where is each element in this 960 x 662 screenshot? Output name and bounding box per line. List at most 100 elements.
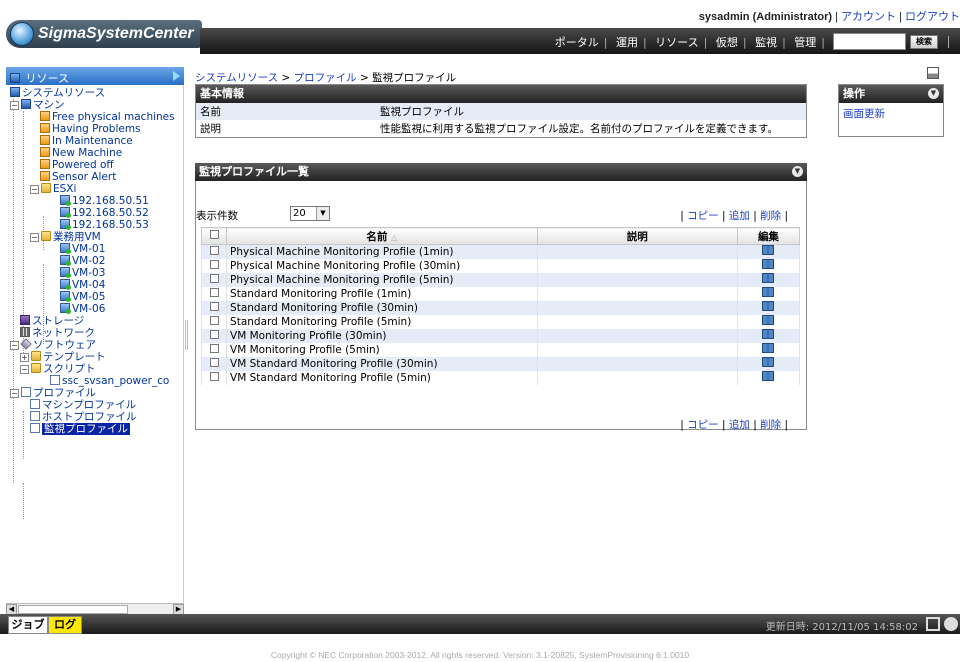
refresh-link[interactable]: 画面更新: [843, 108, 885, 120]
copy-link[interactable]: コピー: [687, 210, 719, 222]
row-checkbox[interactable]: [209, 343, 219, 353]
breadcrumb-profile[interactable]: プロファイル: [294, 72, 357, 84]
table-row[interactable]: Standard Monitoring Profile (30min): [200, 300, 801, 315]
tree-vm-01[interactable]: VM-01: [60, 243, 105, 255]
table-row[interactable]: Standard Monitoring Profile (5min): [200, 314, 801, 329]
profile-name-cell[interactable]: VM Monitoring Profile (30min): [226, 328, 538, 343]
tree-free-physical[interactable]: Free physical machines: [40, 111, 175, 123]
page-size-select[interactable]: 20 ▼: [290, 206, 330, 221]
play-icon[interactable]: [944, 617, 958, 631]
table-row[interactable]: VM Monitoring Profile (30min): [200, 328, 801, 343]
account-link[interactable]: アカウント: [841, 11, 896, 23]
collapse-icon[interactable]: −: [10, 101, 19, 110]
table-row[interactable]: Physical Machine Monitoring Profile (30m…: [200, 258, 801, 273]
profile-name-cell[interactable]: Physical Machine Monitoring Profile (30m…: [226, 258, 538, 273]
add-link[interactable]: 追加: [729, 210, 750, 222]
search-button[interactable]: 検索: [910, 35, 938, 49]
tab-job[interactable]: ジョブ: [8, 616, 48, 634]
tree-in-maintenance[interactable]: In Maintenance: [40, 135, 133, 147]
tree-network[interactable]: ネットワーク: [20, 327, 95, 339]
window-icon[interactable]: [926, 617, 940, 631]
dropdown-arrow-icon[interactable]: ▼: [316, 207, 329, 220]
table-row[interactable]: Standard Monitoring Profile (1min): [200, 286, 801, 301]
menu-monitor[interactable]: 監視: [755, 36, 777, 49]
tree-new-machine[interactable]: New Machine: [40, 147, 122, 159]
row-checkbox[interactable]: [209, 245, 219, 255]
row-checkbox[interactable]: [209, 315, 219, 325]
profile-name-cell[interactable]: Standard Monitoring Profile (1min): [226, 286, 538, 301]
edit-book-icon[interactable]: [762, 343, 775, 353]
logout-link[interactable]: ログアウト: [905, 11, 960, 23]
tree-powered-off[interactable]: Powered off: [40, 159, 114, 171]
row-checkbox[interactable]: [209, 371, 219, 381]
profile-name-cell[interactable]: Physical Machine Monitoring Profile (5mi…: [226, 272, 538, 287]
menu-virtual[interactable]: 仮想: [716, 36, 738, 49]
table-row[interactable]: VM Monitoring Profile (5min): [200, 342, 801, 357]
delete-link[interactable]: 削除: [760, 210, 781, 222]
profile-name-cell[interactable]: Standard Monitoring Profile (30min): [226, 300, 538, 315]
profile-name-cell[interactable]: Standard Monitoring Profile (5min): [226, 314, 538, 329]
collapse-panel-icon[interactable]: ▼: [928, 88, 939, 99]
add-link[interactable]: 追加: [729, 419, 750, 431]
table-row[interactable]: Physical Machine Monitoring Profile (5mi…: [200, 272, 801, 287]
edit-book-icon[interactable]: [762, 329, 775, 339]
tree-template[interactable]: + テンプレート: [20, 351, 106, 363]
menu-operation[interactable]: 運用: [616, 36, 638, 49]
column-description[interactable]: 説明: [536, 227, 738, 245]
row-checkbox[interactable]: [209, 357, 219, 367]
breadcrumb-system-resource[interactable]: システムリソース: [195, 72, 278, 84]
tree-storage[interactable]: ストレージ: [20, 315, 84, 327]
profile-name-cell[interactable]: VM Monitoring Profile (5min): [226, 342, 538, 357]
tree-vm-06[interactable]: VM-06: [60, 303, 105, 315]
collapse-icon[interactable]: −: [10, 389, 19, 398]
edit-book-icon[interactable]: [762, 245, 775, 256]
profile-name-cell[interactable]: Physical Machine Monitoring Profile (1mi…: [226, 244, 538, 259]
tree-host-profile[interactable]: ホストプロファイル: [30, 411, 137, 423]
edit-book-icon[interactable]: [762, 287, 775, 297]
menu-resource[interactable]: リソース: [655, 36, 698, 49]
tree-vm-04[interactable]: VM-04: [60, 279, 105, 291]
row-checkbox[interactable]: [209, 259, 219, 269]
collapse-arrow-icon[interactable]: [173, 71, 180, 81]
profile-name-cell[interactable]: VM Standard Monitoring Profile (30min): [226, 356, 538, 371]
edit-book-icon[interactable]: [762, 273, 775, 283]
expand-icon[interactable]: +: [20, 353, 29, 362]
tree-script[interactable]: − スクリプト: [20, 363, 96, 375]
row-checkbox[interactable]: [209, 301, 219, 311]
edit-book-icon[interactable]: [762, 315, 775, 325]
tree-script-item[interactable]: ssc_svsan_power_co: [50, 375, 169, 387]
tree-machine[interactable]: − マシン: [10, 99, 65, 111]
row-checkbox[interactable]: [209, 329, 219, 339]
pane-splitter[interactable]: [185, 320, 188, 350]
tree-vm-05[interactable]: VM-05: [60, 291, 105, 303]
select-all-checkbox[interactable]: [209, 230, 219, 239]
menu-portal[interactable]: ポータル: [555, 36, 599, 49]
edit-book-icon[interactable]: [762, 259, 775, 269]
tree-host-1[interactable]: 192.168.50.51: [60, 195, 149, 207]
tree-host-3[interactable]: 192.168.50.53: [60, 219, 149, 231]
table-row[interactable]: VM Standard Monitoring Profile (5min): [200, 370, 801, 385]
collapse-panel-icon[interactable]: ▼: [792, 166, 803, 177]
collapse-icon[interactable]: −: [30, 233, 39, 242]
tree-vm-03[interactable]: VM-03: [60, 267, 105, 279]
tree-monitor-profile[interactable]: 監視プロファイル: [30, 423, 130, 435]
row-checkbox[interactable]: [209, 273, 219, 283]
tree-software[interactable]: − ソフトウェア: [10, 338, 96, 351]
menu-management[interactable]: 管理: [794, 36, 816, 49]
table-row[interactable]: Physical Machine Monitoring Profile (1mi…: [200, 244, 801, 259]
search-input[interactable]: [833, 33, 906, 50]
print-icon[interactable]: [927, 67, 939, 79]
tree-machine-profile[interactable]: マシンプロファイル: [30, 399, 136, 411]
edit-book-icon[interactable]: [762, 371, 775, 381]
tree-host-2[interactable]: 192.168.50.52: [60, 207, 149, 219]
tree-having-problems[interactable]: Having Problems: [40, 123, 141, 135]
tree-vm-02[interactable]: VM-02: [60, 255, 105, 267]
collapse-icon[interactable]: −: [30, 185, 39, 194]
tree-sensor-alert[interactable]: Sensor Alert: [40, 171, 116, 183]
copy-link[interactable]: コピー: [687, 419, 719, 431]
tab-log[interactable]: ログ: [48, 616, 82, 634]
edit-book-icon[interactable]: [762, 301, 775, 311]
tree-esxi[interactable]: − ESXi: [30, 183, 76, 195]
column-name[interactable]: 名前 △: [226, 227, 538, 245]
tree-business-vm[interactable]: − 業務用VM: [30, 231, 101, 243]
